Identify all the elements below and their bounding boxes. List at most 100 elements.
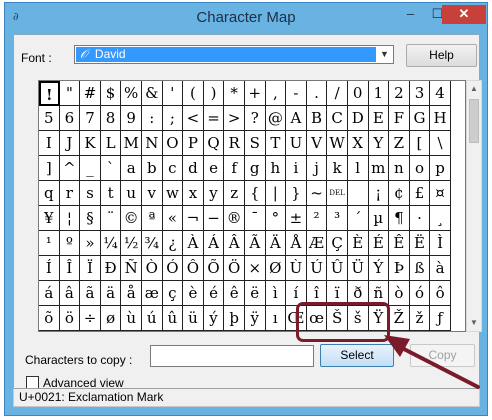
- grid-scrollbar[interactable]: ▲ ▼: [466, 80, 482, 332]
- character-cell[interactable]: Ù: [286, 256, 307, 281]
- character-cell[interactable]: .: [306, 81, 328, 106]
- character-cell[interactable]: õ: [39, 306, 60, 331]
- character-cell[interactable]: ü: [183, 306, 204, 331]
- character-cell[interactable]: ": [59, 81, 81, 106]
- character-cell[interactable]: ©: [121, 206, 142, 231]
- character-cell[interactable]: w: [162, 181, 184, 206]
- character-cell[interactable]: c: [162, 156, 184, 181]
- character-cell[interactable]: n: [389, 156, 410, 181]
- character-cell[interactable]: ¬: [183, 206, 204, 231]
- character-cell[interactable]: Â: [224, 231, 245, 256]
- character-cell[interactable]: ¼: [100, 231, 122, 256]
- character-cell[interactable]: D: [347, 106, 369, 131]
- character-cell[interactable]: ¥: [39, 206, 60, 231]
- character-cell[interactable]: þ: [224, 306, 245, 331]
- character-cell[interactable]: Õ: [203, 256, 225, 281]
- character-cell[interactable]: ÷: [80, 306, 101, 331]
- character-cell[interactable]: ¨: [100, 206, 122, 231]
- character-cell[interactable]: `: [100, 156, 122, 181]
- character-cell[interactable]: 1: [368, 81, 390, 106]
- character-cell[interactable]: §: [80, 206, 101, 231]
- character-cell[interactable]: P: [183, 131, 204, 156]
- character-cell[interactable]: ı: [265, 306, 287, 331]
- character-cell[interactable]: Ç: [327, 231, 348, 256]
- character-cell[interactable]: ÿ: [244, 306, 266, 331]
- character-cell[interactable]: x: [183, 181, 204, 206]
- character-cell[interactable]: W: [327, 131, 348, 156]
- character-cell[interactable]: q: [39, 181, 60, 206]
- character-cell[interactable]: à: [430, 256, 451, 281]
- character-cell[interactable]: µ: [368, 206, 390, 231]
- character-cell[interactable]: e: [203, 156, 225, 181]
- character-cell[interactable]: Á: [203, 231, 225, 256]
- character-cell[interactable]: \: [430, 131, 451, 156]
- character-cell[interactable]: o: [409, 156, 431, 181]
- character-cell[interactable]: -: [286, 81, 307, 106]
- help-button[interactable]: Help: [406, 44, 477, 67]
- character-cell[interactable]: æ: [141, 281, 163, 306]
- character-cell[interactable]: ¤: [430, 181, 451, 206]
- character-cell[interactable]: Û: [327, 256, 348, 281]
- character-cell[interactable]: ,: [265, 81, 287, 106]
- character-cell[interactable]: Ò: [141, 256, 163, 281]
- character-cell[interactable]: K: [80, 131, 101, 156]
- character-cell[interactable]: b: [141, 156, 163, 181]
- character-cell[interactable]: Ö: [224, 256, 245, 281]
- character-cell[interactable]: â: [59, 281, 81, 306]
- character-cell[interactable]: ú: [141, 306, 163, 331]
- scroll-thumb[interactable]: [469, 99, 479, 143]
- character-cell[interactable]: {: [244, 181, 266, 206]
- character-cell[interactable]: á: [39, 281, 60, 306]
- character-cell[interactable]: ): [203, 81, 225, 106]
- character-cell[interactable]: :: [141, 106, 163, 131]
- character-cell[interactable]: ±: [286, 206, 307, 231]
- character-cell[interactable]: ': [162, 81, 184, 106]
- character-cell[interactable]: ¯: [244, 206, 266, 231]
- character-cell[interactable]: ½: [121, 231, 142, 256]
- character-cell[interactable]: ×: [244, 256, 266, 281]
- character-cell[interactable]: V: [306, 131, 328, 156]
- character-cell[interactable]: O: [162, 131, 184, 156]
- character-cell[interactable]: ì: [265, 281, 287, 306]
- character-cell[interactable]: /: [327, 81, 348, 106]
- character-cell[interactable]: °: [265, 206, 287, 231]
- character-cell[interactable]: ´: [347, 206, 369, 231]
- character-cell[interactable]: d: [183, 156, 204, 181]
- character-cell[interactable]: B: [306, 106, 328, 131]
- character-cell[interactable]: C: [327, 106, 348, 131]
- character-cell[interactable]: 2: [389, 81, 410, 106]
- character-cell[interactable]: ß: [409, 256, 431, 281]
- character-cell[interactable]: ã: [80, 281, 101, 306]
- character-cell[interactable]: 9: [121, 106, 142, 131]
- character-cell[interactable]: Ï: [80, 256, 101, 281]
- character-cell[interactable]: ô: [430, 281, 451, 306]
- character-cell[interactable]: Ð: [100, 256, 122, 281]
- character-cell[interactable]: 3: [409, 81, 431, 106]
- character-cell[interactable]: ³: [327, 206, 348, 231]
- character-cell[interactable]: É: [368, 231, 390, 256]
- close-button[interactable]: ✕: [442, 5, 486, 24]
- character-cell[interactable]: 7: [80, 106, 101, 131]
- character-cell[interactable]: >: [224, 106, 245, 131]
- character-cell[interactable]: U: [286, 131, 307, 156]
- character-cell[interactable]: ä: [100, 281, 122, 306]
- character-cell[interactable]: A: [286, 106, 307, 131]
- character-cell[interactable]: ø: [100, 306, 122, 331]
- character-cell[interactable]: 6: [59, 106, 81, 131]
- character-cell[interactable]: i: [286, 156, 307, 181]
- character-cell[interactable]: s: [80, 181, 101, 206]
- character-cell[interactable]: Ü: [347, 256, 369, 281]
- character-cell[interactable]: è: [183, 281, 204, 306]
- chevron-down-icon[interactable]: ▼: [376, 46, 393, 63]
- character-cell[interactable]: Y: [368, 131, 390, 156]
- character-cell[interactable]: ò: [389, 281, 410, 306]
- character-cell[interactable]: ·: [409, 206, 431, 231]
- character-cell[interactable]: ¡: [368, 181, 390, 206]
- character-cell[interactable]: |: [265, 181, 287, 206]
- character-cell[interactable]: (: [183, 81, 204, 106]
- character-cell[interactable]: À: [183, 231, 204, 256]
- character-cell[interactable]: S: [244, 131, 266, 156]
- character-cell[interactable]: Î: [59, 256, 81, 281]
- character-cell[interactable]: =: [203, 106, 225, 131]
- character-cell[interactable]: %: [121, 81, 142, 106]
